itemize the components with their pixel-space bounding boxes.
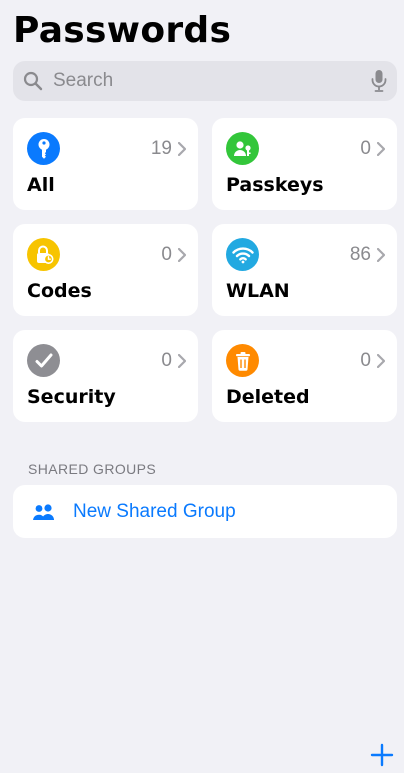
deleted-label: Deleted	[226, 386, 310, 408]
search-icon	[23, 71, 43, 91]
trash-icon	[226, 344, 259, 377]
lock-clock-icon	[27, 238, 60, 271]
plus-icon[interactable]	[370, 743, 394, 767]
wlan-label: WLAN	[226, 280, 290, 302]
microphone-icon[interactable]	[371, 69, 387, 93]
page-title: Passwords	[13, 10, 232, 51]
security-card[interactable]: 0 Security	[13, 330, 198, 422]
deleted-card[interactable]: 0 Deleted	[212, 330, 397, 422]
security-count: 0	[161, 350, 186, 372]
all-label: All	[27, 174, 55, 196]
codes-label: Codes	[27, 280, 92, 302]
new-shared-group-button[interactable]: New Shared Group	[13, 485, 397, 538]
new-shared-group-label: New Shared Group	[73, 500, 236, 522]
deleted-count: 0	[360, 350, 385, 372]
chevron-right-icon	[377, 354, 385, 368]
chevron-right-icon	[377, 142, 385, 156]
chevron-right-icon	[178, 248, 186, 262]
passkeys-label: Passkeys	[226, 174, 324, 196]
key-icon	[27, 132, 60, 165]
chevron-right-icon	[178, 354, 186, 368]
checkmark-icon	[27, 344, 60, 377]
passkeys-card[interactable]: 0 Passkeys	[212, 118, 397, 210]
passkeys-count: 0	[360, 138, 385, 160]
person-key-icon	[226, 132, 259, 165]
search-bar[interactable]	[13, 61, 397, 101]
search-input[interactable]	[51, 69, 371, 93]
codes-count: 0	[161, 244, 186, 266]
chevron-right-icon	[377, 248, 385, 262]
shared-groups-header: SHARED GROUPS	[28, 461, 157, 477]
all-count: 19	[151, 138, 186, 160]
people-icon	[33, 503, 54, 520]
all-card[interactable]: 19 All	[13, 118, 198, 210]
wlan-card[interactable]: 86 WLAN	[212, 224, 397, 316]
codes-card[interactable]: 0 Codes	[13, 224, 198, 316]
wlan-count: 86	[350, 244, 385, 266]
security-label: Security	[27, 386, 116, 408]
wifi-icon	[226, 238, 259, 271]
chevron-right-icon	[178, 142, 186, 156]
